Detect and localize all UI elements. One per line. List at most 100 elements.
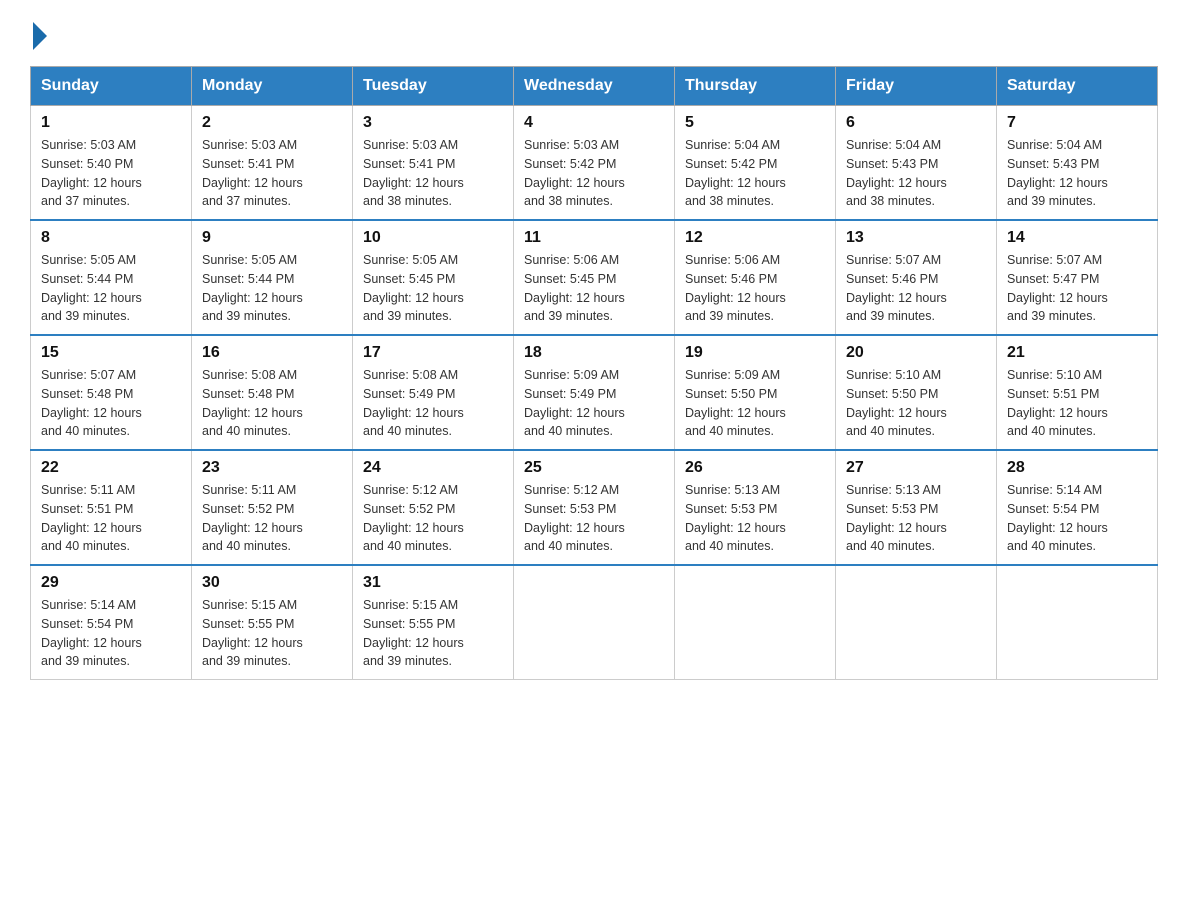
calendar-cell: 4 Sunrise: 5:03 AMSunset: 5:42 PMDaylight…	[514, 106, 675, 221]
day-number: 29	[41, 574, 181, 592]
calendar-cell: 12Sunrise: 5:06 AMSunset: 5:46 PMDayligh…	[675, 220, 836, 335]
day-number: 16	[202, 344, 342, 362]
calendar-cell: 24 Sunrise: 5:12 AMSunset: 5:52 PMDayligh…	[353, 450, 514, 565]
calendar-cell	[836, 565, 997, 680]
calendar-cell: 6 Sunrise: 5:04 AMSunset: 5:43 PMDaylight…	[836, 106, 997, 221]
day-number: 1	[41, 114, 181, 132]
calendar-cell: 20Sunrise: 5:10 AMSunset: 5:50 PMDayligh…	[836, 335, 997, 450]
calendar-cell: 8 Sunrise: 5:05 AMSunset: 5:44 PMDaylight…	[31, 220, 192, 335]
day-number: 19	[685, 344, 825, 362]
day-info: Sunrise: 5:15 AMSunset: 5:55 PMDaylight:…	[363, 596, 503, 671]
calendar-header-tuesday: Tuesday	[353, 67, 514, 106]
day-info: Sunrise: 5:04 AMSunset: 5:43 PMDaylight:…	[846, 136, 986, 211]
calendar-header-friday: Friday	[836, 67, 997, 106]
day-info: Sunrise: 5:05 AMSunset: 5:45 PMDaylight:…	[363, 251, 503, 326]
day-number: 4	[524, 114, 664, 132]
calendar-cell: 22 Sunrise: 5:11 AMSunset: 5:51 PMDayligh…	[31, 450, 192, 565]
calendar-cell: 26 Sunrise: 5:13 AMSunset: 5:53 PMDayligh…	[675, 450, 836, 565]
calendar-cell: 2Sunrise: 5:03 AMSunset: 5:41 PMDaylight…	[192, 106, 353, 221]
day-number: 31	[363, 574, 503, 592]
calendar-week-row: 29 Sunrise: 5:14 AMSunset: 5:54 PMDayligh…	[31, 565, 1158, 680]
calendar-cell	[675, 565, 836, 680]
calendar-cell: 1 Sunrise: 5:03 AMSunset: 5:40 PMDaylight…	[31, 106, 192, 221]
day-info: Sunrise: 5:13 AMSunset: 5:53 PMDaylight:…	[685, 481, 825, 556]
day-number: 18	[524, 344, 664, 362]
day-info: Sunrise: 5:12 AMSunset: 5:52 PMDaylight:…	[363, 481, 503, 556]
calendar-week-row: 1 Sunrise: 5:03 AMSunset: 5:40 PMDaylight…	[31, 106, 1158, 221]
day-number: 17	[363, 344, 503, 362]
day-info: Sunrise: 5:08 AMSunset: 5:48 PMDaylight:…	[202, 366, 342, 441]
day-number: 3	[363, 114, 503, 132]
calendar-cell: 14 Sunrise: 5:07 AMSunset: 5:47 PMDayligh…	[997, 220, 1158, 335]
calendar-table: SundayMondayTuesdayWednesdayThursdayFrid…	[30, 66, 1158, 680]
day-info: Sunrise: 5:13 AMSunset: 5:53 PMDaylight:…	[846, 481, 986, 556]
day-info: Sunrise: 5:14 AMSunset: 5:54 PMDaylight:…	[41, 596, 181, 671]
calendar-cell: 5 Sunrise: 5:04 AMSunset: 5:42 PMDaylight…	[675, 106, 836, 221]
day-info: Sunrise: 5:06 AMSunset: 5:45 PMDaylight:…	[524, 251, 664, 326]
logo-arrow-icon	[33, 22, 47, 50]
day-number: 6	[846, 114, 986, 132]
calendar-cell: 15 Sunrise: 5:07 AMSunset: 5:48 PMDayligh…	[31, 335, 192, 450]
calendar-cell: 7 Sunrise: 5:04 AMSunset: 5:43 PMDaylight…	[997, 106, 1158, 221]
day-number: 21	[1007, 344, 1147, 362]
logo-text	[30, 20, 47, 50]
day-info: Sunrise: 5:11 AMSunset: 5:52 PMDaylight:…	[202, 481, 342, 556]
day-info: Sunrise: 5:07 AMSunset: 5:48 PMDaylight:…	[41, 366, 181, 441]
day-info: Sunrise: 5:06 AMSunset: 5:46 PMDaylight:…	[685, 251, 825, 326]
day-number: 23	[202, 459, 342, 477]
day-number: 28	[1007, 459, 1147, 477]
calendar-cell: 19 Sunrise: 5:09 AMSunset: 5:50 PMDayligh…	[675, 335, 836, 450]
calendar-cell: 21 Sunrise: 5:10 AMSunset: 5:51 PMDayligh…	[997, 335, 1158, 450]
day-number: 25	[524, 459, 664, 477]
logo	[30, 20, 47, 46]
day-number: 9	[202, 229, 342, 247]
day-info: Sunrise: 5:05 AMSunset: 5:44 PMDaylight:…	[202, 251, 342, 326]
day-number: 2	[202, 114, 342, 132]
calendar-cell: 13 Sunrise: 5:07 AMSunset: 5:46 PMDayligh…	[836, 220, 997, 335]
calendar-week-row: 8 Sunrise: 5:05 AMSunset: 5:44 PMDaylight…	[31, 220, 1158, 335]
day-info: Sunrise: 5:04 AMSunset: 5:43 PMDaylight:…	[1007, 136, 1147, 211]
calendar-header-row: SundayMondayTuesdayWednesdayThursdayFrid…	[31, 67, 1158, 106]
day-number: 26	[685, 459, 825, 477]
day-number: 27	[846, 459, 986, 477]
calendar-header-monday: Monday	[192, 67, 353, 106]
day-number: 8	[41, 229, 181, 247]
day-number: 22	[41, 459, 181, 477]
day-number: 7	[1007, 114, 1147, 132]
day-number: 5	[685, 114, 825, 132]
calendar-cell: 25 Sunrise: 5:12 AMSunset: 5:53 PMDayligh…	[514, 450, 675, 565]
day-info: Sunrise: 5:03 AMSunset: 5:41 PMDaylight:…	[363, 136, 503, 211]
day-number: 13	[846, 229, 986, 247]
day-info: Sunrise: 5:09 AMSunset: 5:50 PMDaylight:…	[685, 366, 825, 441]
day-info: Sunrise: 5:07 AMSunset: 5:47 PMDaylight:…	[1007, 251, 1147, 326]
day-info: Sunrise: 5:05 AMSunset: 5:44 PMDaylight:…	[41, 251, 181, 326]
day-info: Sunrise: 5:08 AMSunset: 5:49 PMDaylight:…	[363, 366, 503, 441]
calendar-cell: 30Sunrise: 5:15 AMSunset: 5:55 PMDayligh…	[192, 565, 353, 680]
calendar-cell: 18Sunrise: 5:09 AMSunset: 5:49 PMDayligh…	[514, 335, 675, 450]
calendar-cell: 31 Sunrise: 5:15 AMSunset: 5:55 PMDayligh…	[353, 565, 514, 680]
day-number: 14	[1007, 229, 1147, 247]
calendar-cell: 3 Sunrise: 5:03 AMSunset: 5:41 PMDaylight…	[353, 106, 514, 221]
day-info: Sunrise: 5:10 AMSunset: 5:51 PMDaylight:…	[1007, 366, 1147, 441]
day-info: Sunrise: 5:11 AMSunset: 5:51 PMDaylight:…	[41, 481, 181, 556]
calendar-header-saturday: Saturday	[997, 67, 1158, 106]
calendar-cell: 17 Sunrise: 5:08 AMSunset: 5:49 PMDayligh…	[353, 335, 514, 450]
page-header	[30, 20, 1158, 46]
day-number: 24	[363, 459, 503, 477]
calendar-week-row: 15 Sunrise: 5:07 AMSunset: 5:48 PMDayligh…	[31, 335, 1158, 450]
calendar-week-row: 22 Sunrise: 5:11 AMSunset: 5:51 PMDayligh…	[31, 450, 1158, 565]
calendar-header-wednesday: Wednesday	[514, 67, 675, 106]
day-number: 10	[363, 229, 503, 247]
day-info: Sunrise: 5:10 AMSunset: 5:50 PMDaylight:…	[846, 366, 986, 441]
calendar-cell: 27 Sunrise: 5:13 AMSunset: 5:53 PMDayligh…	[836, 450, 997, 565]
calendar-cell: 9 Sunrise: 5:05 AMSunset: 5:44 PMDaylight…	[192, 220, 353, 335]
calendar-cell	[997, 565, 1158, 680]
day-info: Sunrise: 5:04 AMSunset: 5:42 PMDaylight:…	[685, 136, 825, 211]
day-number: 15	[41, 344, 181, 362]
day-info: Sunrise: 5:03 AMSunset: 5:42 PMDaylight:…	[524, 136, 664, 211]
calendar-cell	[514, 565, 675, 680]
calendar-cell: 16 Sunrise: 5:08 AMSunset: 5:48 PMDayligh…	[192, 335, 353, 450]
day-info: Sunrise: 5:12 AMSunset: 5:53 PMDaylight:…	[524, 481, 664, 556]
day-info: Sunrise: 5:03 AMSunset: 5:40 PMDaylight:…	[41, 136, 181, 211]
day-info: Sunrise: 5:07 AMSunset: 5:46 PMDaylight:…	[846, 251, 986, 326]
